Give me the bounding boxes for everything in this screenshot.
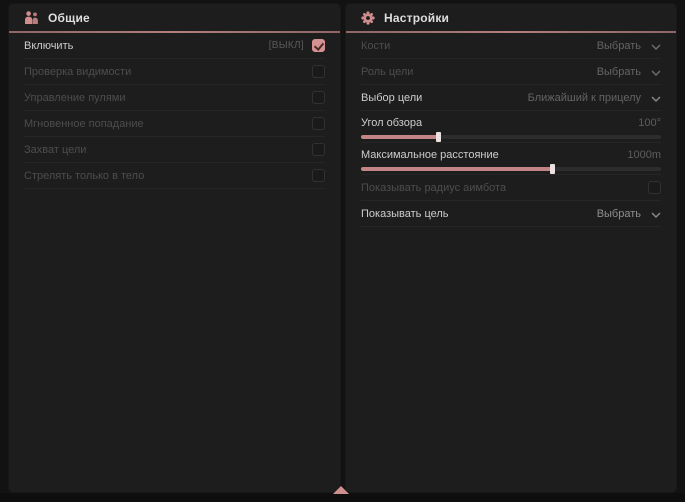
max-distance-slider-fill (361, 167, 553, 171)
target-role-label: Роль цели (361, 66, 413, 78)
chevron-down-icon (651, 89, 661, 107)
chevron-down-icon (651, 63, 661, 81)
target-lock-label: Захват цели (24, 144, 86, 156)
row-visibility-check[interactable]: Проверка видимости (24, 59, 325, 85)
row-instant-hit[interactable]: Мгновенное попадание (24, 111, 325, 137)
general-panel: Общие Включить [ВЫКЛ] Проверка видимости… (9, 4, 340, 492)
target-role-dropdown[interactable]: Выбрать (597, 63, 661, 81)
row-target-role[interactable]: Роль цели Выбрать (361, 59, 661, 85)
target-selection-dropdown-value: Ближайший к прицелу (528, 92, 641, 104)
triangle-up-icon[interactable] (333, 486, 349, 494)
chevron-down-icon (651, 37, 661, 55)
target-role-dropdown-value: Выбрать (597, 66, 641, 78)
show-target-dropdown[interactable]: Выбрать (597, 205, 661, 223)
general-panel-title: Общие (48, 11, 90, 25)
instant-hit-checkbox[interactable] (312, 117, 325, 130)
enable-label: Включить (24, 40, 73, 52)
window-bottom-edge (0, 493, 685, 502)
bullet-control-label: Управление пулями (24, 92, 126, 104)
target-selection-label: Выбор цели (361, 92, 422, 104)
instant-hit-label: Мгновенное попадание (24, 118, 144, 130)
body-only-checkbox[interactable] (312, 169, 325, 182)
row-show-target[interactable]: Показывать цель Выбрать (361, 201, 661, 227)
enable-checkbox[interactable] (312, 39, 325, 52)
show-aimbot-radius-checkbox[interactable] (648, 181, 661, 194)
bones-dropdown[interactable]: Выбрать (597, 37, 661, 55)
bullet-control-checkbox[interactable] (312, 91, 325, 104)
show-target-label: Показывать цель (361, 208, 449, 220)
max-distance-value: 1000m (627, 149, 661, 161)
fov-slider-handle[interactable] (436, 132, 441, 142)
row-show-aimbot-radius[interactable]: Показывать радиус аимбота (361, 175, 661, 201)
people-icon (24, 11, 39, 24)
target-selection-dropdown[interactable]: Ближайший к прицелу (528, 89, 661, 107)
row-target-lock[interactable]: Захват цели (24, 137, 325, 163)
fov-slider-fill (361, 135, 439, 139)
fov-label: Угол обзора (361, 117, 422, 129)
max-distance-slider-handle[interactable] (550, 164, 555, 174)
visibility-check-label: Проверка видимости (24, 66, 131, 78)
visibility-check-checkbox[interactable] (312, 65, 325, 78)
enable-hotkey-state: [ВЫКЛ] (269, 40, 304, 51)
row-body-only[interactable]: Стрелять только в тело (24, 163, 325, 189)
show-target-dropdown-value: Выбрать (597, 208, 641, 220)
row-target-selection[interactable]: Выбор цели Ближайший к прицелу (361, 85, 661, 111)
settings-panel-header: Настройки (346, 4, 676, 31)
chevron-down-icon (651, 205, 661, 223)
fov-value: 100° (638, 117, 661, 129)
general-panel-header: Общие (9, 4, 340, 31)
row-bones[interactable]: Кости Выбрать (361, 33, 661, 59)
row-max-distance: Максимальное расстояние 1000m (361, 143, 661, 175)
show-aimbot-radius-label: Показывать радиус аимбота (361, 182, 506, 194)
row-fov: Угол обзора 100° (361, 111, 661, 143)
body-only-label: Стрелять только в тело (24, 170, 144, 182)
fov-slider[interactable] (361, 135, 661, 139)
settings-panel: Настройки Кости Выбрать Роль цели Выбрат… (346, 4, 676, 492)
target-lock-checkbox[interactable] (312, 143, 325, 156)
bones-dropdown-value: Выбрать (597, 40, 641, 52)
row-enable[interactable]: Включить [ВЫКЛ] (24, 33, 325, 59)
settings-panel-title: Настройки (384, 11, 449, 25)
bones-label: Кости (361, 40, 390, 52)
gear-icon (361, 11, 375, 25)
row-bullet-control[interactable]: Управление пулями (24, 85, 325, 111)
max-distance-slider[interactable] (361, 167, 661, 171)
max-distance-label: Максимальное расстояние (361, 149, 499, 161)
